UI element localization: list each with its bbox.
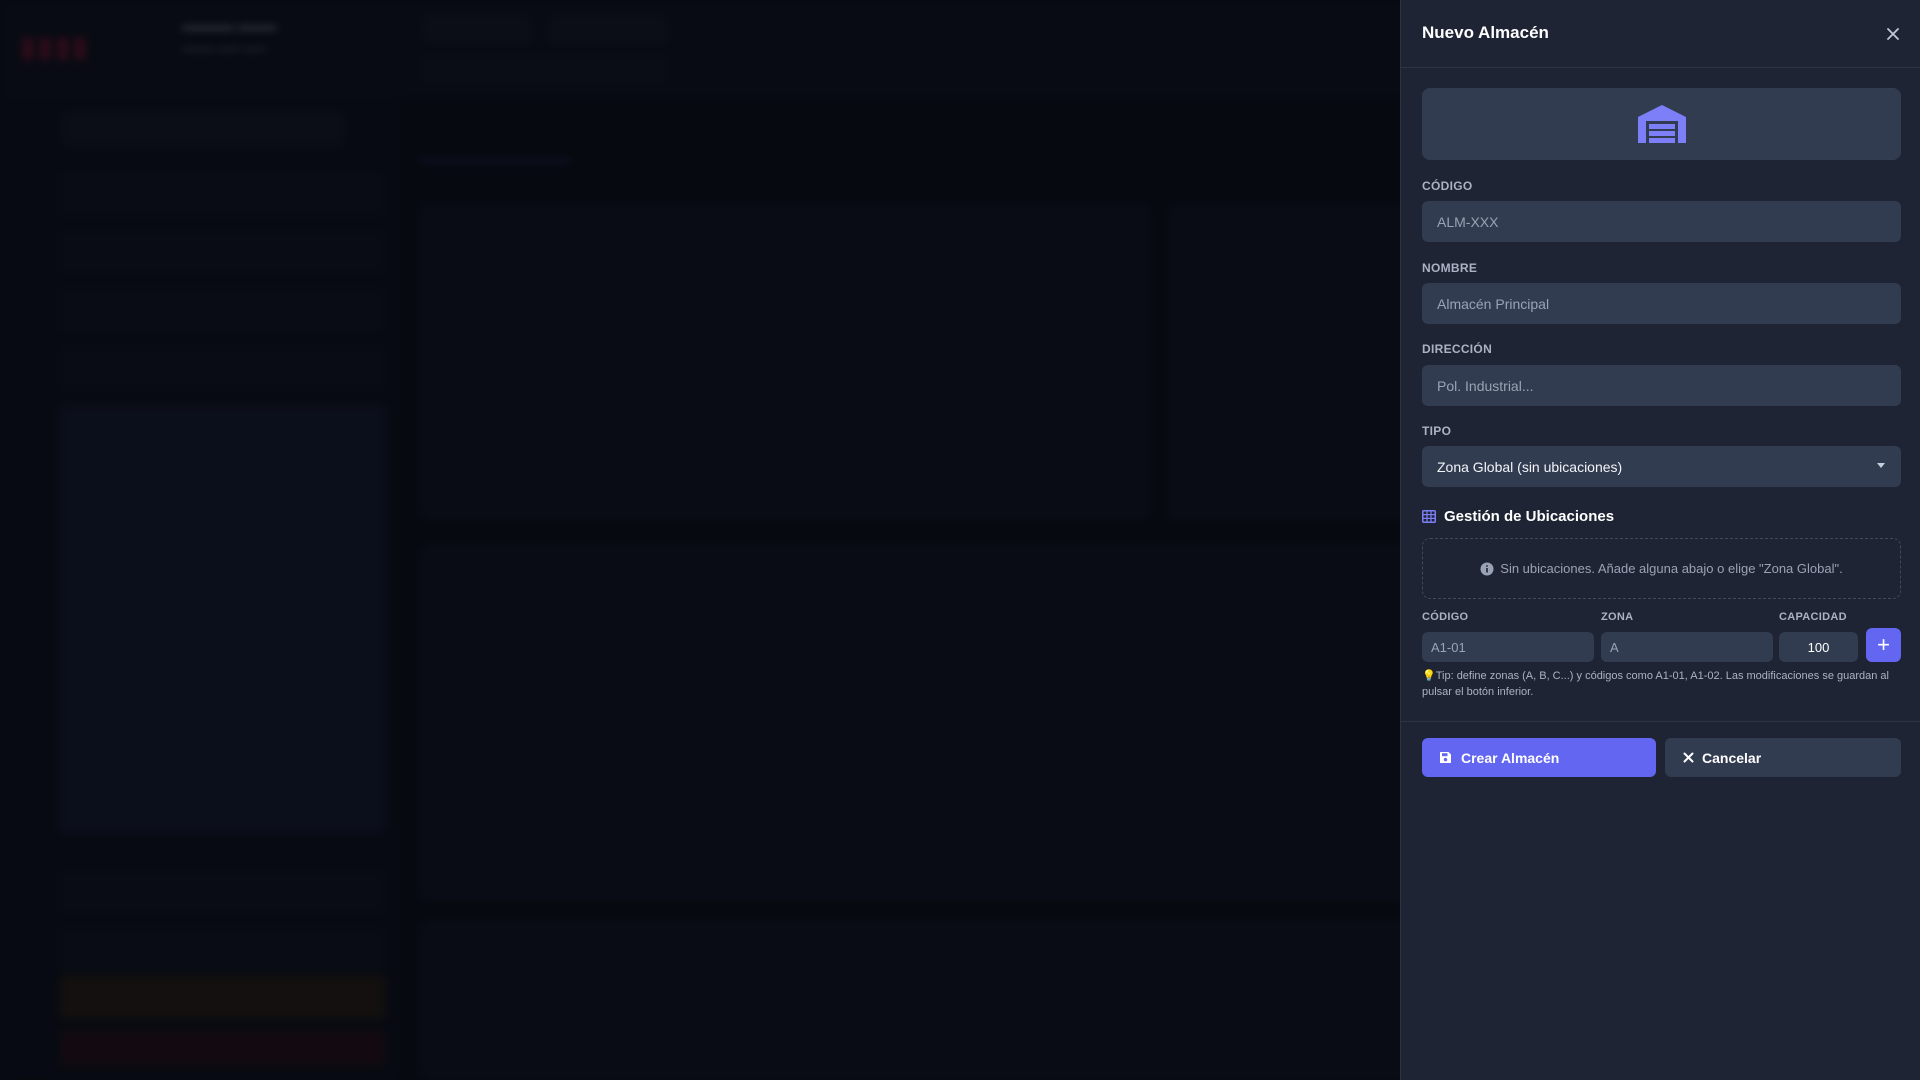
direccion-label: DIRECCIÓN bbox=[1422, 342, 1493, 356]
close-icon bbox=[1887, 28, 1899, 40]
direccion-input[interactable] bbox=[1422, 365, 1901, 406]
location-capacidad-label: CAPACIDAD bbox=[1779, 611, 1847, 623]
empty-message: Sin ubicaciones. Añade alguna abajo o el… bbox=[1500, 561, 1843, 576]
info-icon bbox=[1480, 562, 1494, 575]
locations-section-title: Gestión de Ubicaciones bbox=[1422, 508, 1614, 525]
location-capacidad-input[interactable] bbox=[1779, 632, 1858, 662]
location-zona-label: ZONA bbox=[1601, 611, 1634, 623]
warehouse-hero bbox=[1422, 88, 1901, 160]
codigo-input[interactable] bbox=[1422, 201, 1901, 242]
tipo-selected-value: Zona Global (sin ubicaciones) bbox=[1437, 458, 1623, 475]
chevron-down-icon bbox=[1877, 463, 1885, 468]
tipo-select[interactable]: Zona Global (sin ubicaciones) bbox=[1422, 446, 1901, 487]
close-icon bbox=[1683, 752, 1694, 763]
tipo-label: TIPO bbox=[1422, 424, 1452, 438]
nombre-input[interactable] bbox=[1422, 283, 1901, 324]
locations-empty-state: Sin ubicaciones. Añade alguna abajo o el… bbox=[1422, 538, 1901, 599]
warehouse-icon bbox=[1637, 105, 1686, 143]
add-location-button[interactable]: + bbox=[1866, 628, 1901, 662]
locations-title-text: Gestión de Ubicaciones bbox=[1444, 508, 1615, 525]
drawer-header: Nuevo Almacén bbox=[1401, 0, 1920, 68]
close-button[interactable] bbox=[1879, 20, 1907, 48]
codigo-label: CÓDIGO bbox=[1422, 179, 1473, 193]
nombre-label: NOMBRE bbox=[1422, 261, 1478, 275]
create-warehouse-button[interactable]: Crear Almacén bbox=[1422, 738, 1656, 777]
grid-icon bbox=[1422, 510, 1436, 523]
drawer-title: Nuevo Almacén bbox=[1422, 23, 1549, 42]
cancel-button[interactable]: Cancelar bbox=[1665, 738, 1901, 777]
cancel-label: Cancelar bbox=[1702, 749, 1762, 766]
location-zona-input[interactable] bbox=[1601, 632, 1773, 662]
footer-divider bbox=[1401, 721, 1920, 722]
create-warehouse-label: Crear Almacén bbox=[1461, 749, 1560, 766]
location-codigo-label: CÓDIGO bbox=[1422, 611, 1469, 623]
lightbulb-icon: 💡 bbox=[1422, 670, 1436, 682]
save-icon bbox=[1440, 752, 1451, 763]
new-warehouse-drawer: Nuevo Almacén CÓDIGO NOMBRE DIRECCIÓN TI… bbox=[1400, 0, 1920, 1080]
locations-tip: 💡Tip: define zonas (A, B, C...) y código… bbox=[1422, 668, 1904, 700]
tip-text: Tip: define zonas (A, B, C...) y códigos… bbox=[1422, 670, 1889, 698]
location-codigo-input[interactable] bbox=[1422, 632, 1594, 662]
